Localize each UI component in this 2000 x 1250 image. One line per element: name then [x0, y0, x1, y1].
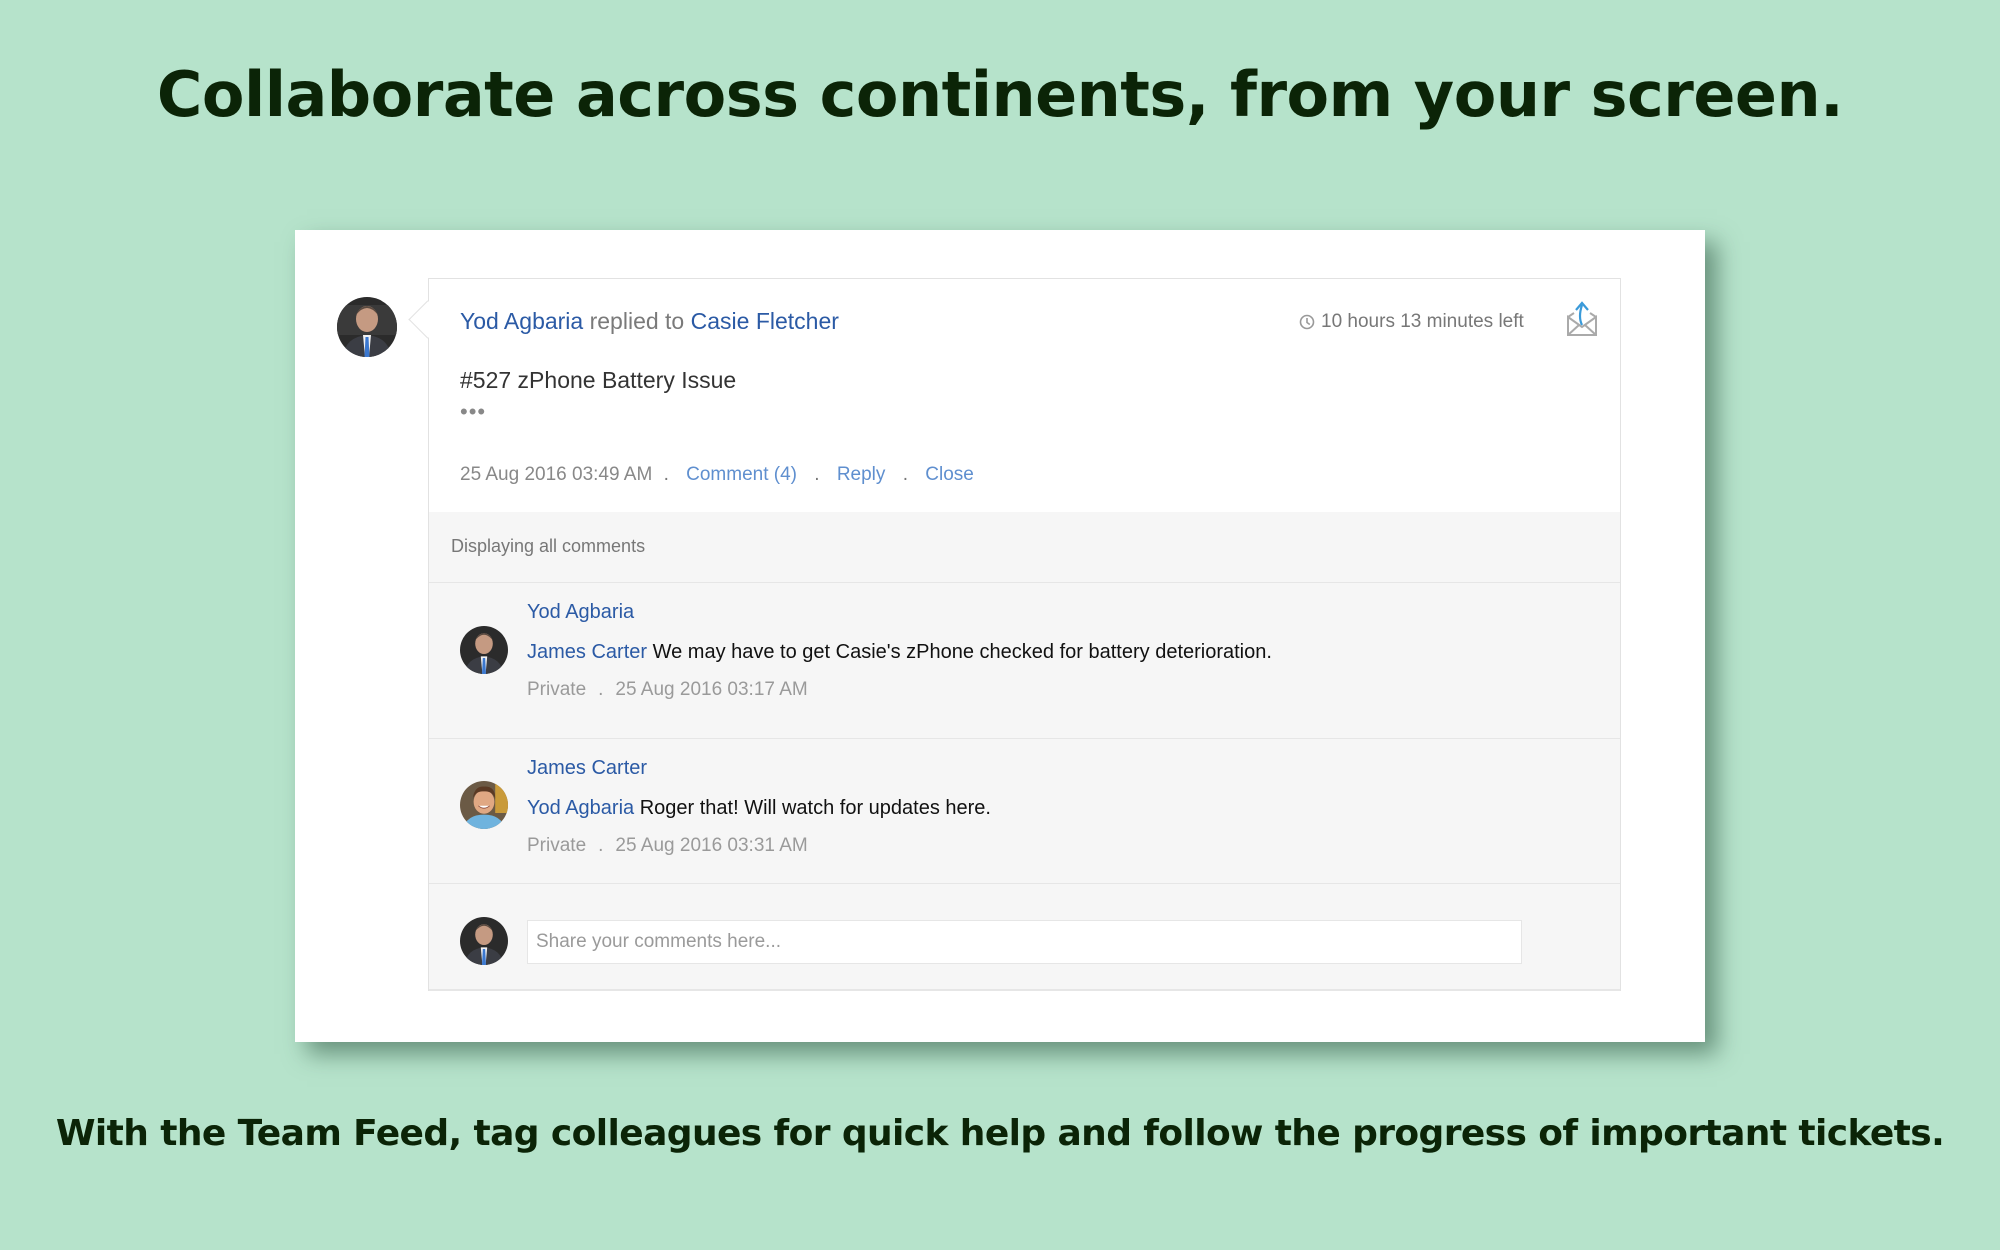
ticket-title[interactable]: #527 zPhone Battery Issue [460, 367, 736, 394]
action-text: replied to [589, 308, 685, 334]
comment-avatar[interactable] [460, 781, 508, 829]
comment-item: Yod Agbaria James Carter We may have to … [429, 583, 1620, 738]
comment-author[interactable]: Yod Agbaria [527, 601, 634, 624]
close-button[interactable]: Close [925, 464, 974, 485]
comments-section: Displaying all comments Yod Agbaria Jame… [429, 512, 1620, 991]
author-link[interactable]: Yod Agbaria [460, 308, 583, 334]
comment-avatar[interactable] [460, 626, 508, 674]
comment-meta: Private. 25 Aug 2016 03:31 AM [527, 835, 808, 857]
separator: . [598, 835, 604, 856]
comment-timestamp: 25 Aug 2016 03:31 AM [615, 835, 808, 856]
avatar-photo-yod [460, 917, 508, 965]
current-user-avatar [460, 917, 508, 965]
comment-button[interactable]: Comment (4) [686, 464, 797, 485]
subheadline: With the Team Feed, tag colleagues for q… [55, 1113, 1945, 1154]
more-content-ellipsis[interactable]: ••• [460, 399, 486, 425]
comment-author[interactable]: James Carter [527, 757, 647, 780]
avatar-photo-james [460, 781, 508, 829]
feed-item-meta: 25 Aug 2016 03:49 AM . Comment (4) . Rep… [460, 464, 974, 486]
comment-compose [429, 884, 1620, 991]
feed-item: Yod Agbaria replied to Casie Fletcher 10… [408, 278, 1621, 991]
headline: Collaborate across continents, from your… [156, 58, 1844, 131]
separator: . [902, 464, 908, 485]
avatar-photo-yod [460, 626, 508, 674]
comment-timestamp: 25 Aug 2016 03:17 AM [615, 679, 808, 700]
comment-meta: Private. 25 Aug 2016 03:17 AM [527, 679, 808, 701]
visibility-label: Private [527, 835, 587, 856]
sla-timer: 10 hours 13 minutes left [1299, 311, 1524, 333]
reply-button[interactable]: Reply [837, 464, 886, 485]
timer-text: 10 hours 13 minutes left [1321, 311, 1524, 332]
comment-text: Roger that! Will watch for updates here. [639, 797, 991, 819]
recipient-link[interactable]: Casie Fletcher [691, 308, 839, 334]
author-avatar[interactable] [337, 297, 397, 357]
separator: . [663, 464, 669, 485]
clock-icon [1299, 314, 1315, 330]
comment-input[interactable] [527, 920, 1522, 964]
feed-timestamp: 25 Aug 2016 03:49 AM [460, 464, 653, 485]
mention-link[interactable]: James Carter [527, 641, 647, 663]
section-bottom-border [429, 989, 1620, 991]
separator: . [814, 464, 820, 485]
comments-header: Displaying all comments [451, 536, 646, 556]
feed-item-header: Yod Agbaria replied to Casie Fletcher [460, 308, 839, 335]
comment-body: Yod Agbaria Roger that! Will watch for u… [527, 797, 991, 820]
envelope-share-icon[interactable] [1565, 299, 1599, 337]
avatar-photo-yod [337, 297, 397, 357]
mention-link[interactable]: Yod Agbaria [527, 797, 634, 819]
separator: . [598, 679, 604, 700]
comment-text: We may have to get Casie's zPhone checke… [652, 641, 1272, 663]
comment-item: James Carter Yod Agbaria Roger that! Wil… [429, 739, 1620, 883]
visibility-label: Private [527, 679, 587, 700]
comment-body: James Carter We may have to get Casie's … [527, 641, 1272, 664]
